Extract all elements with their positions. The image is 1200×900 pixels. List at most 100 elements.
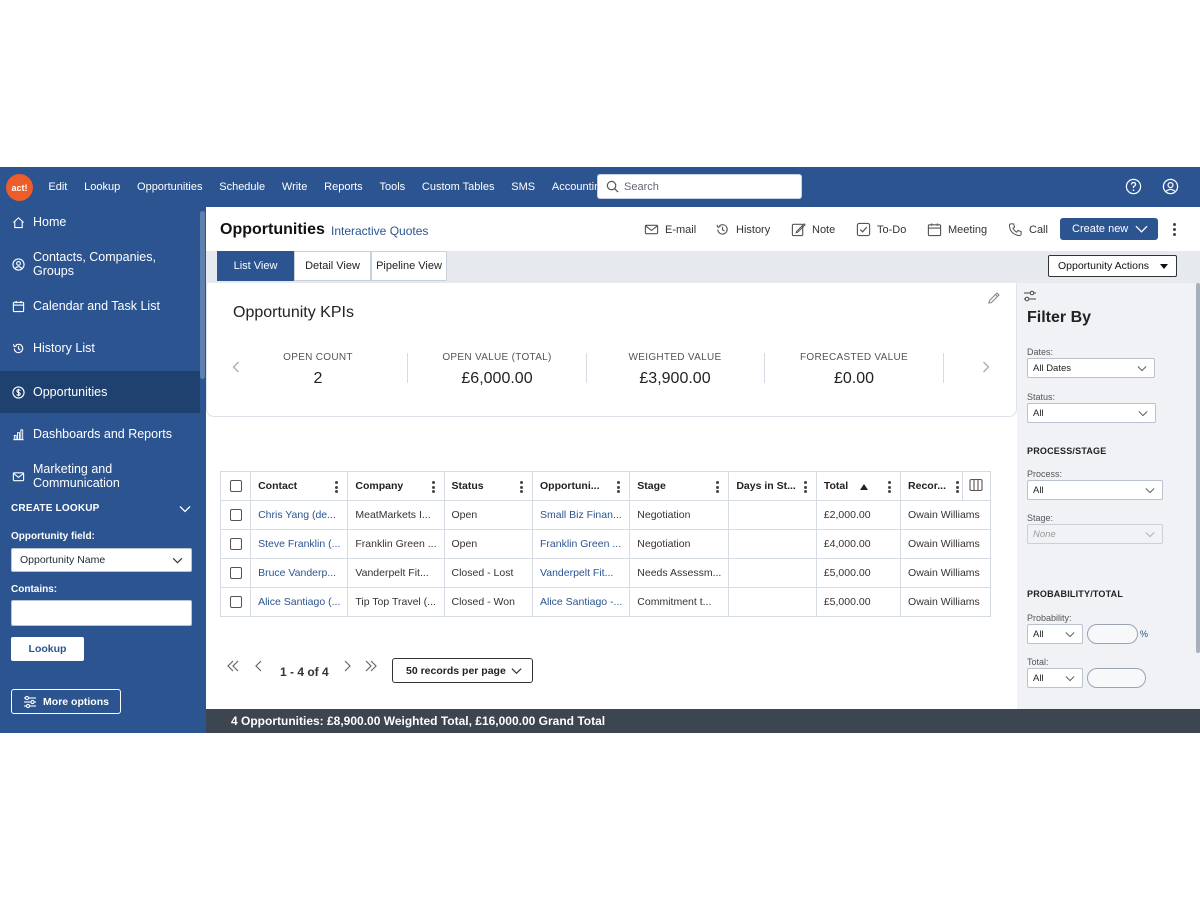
opportunity-field-select[interactable]: Opportunity Name [11,548,192,572]
select-all-checkbox[interactable] [229,480,242,493]
last-page-icon[interactable] [364,659,378,673]
percent-sign: % [1140,629,1149,639]
email-action[interactable]: E-mail [644,222,696,237]
create-lookup-header[interactable]: CREATE LOOKUP [11,503,191,514]
column-header-status[interactable]: Status [443,471,533,501]
pencil-icon[interactable] [987,291,1001,305]
column-menu-kebab-icon[interactable] [955,481,959,495]
menu-opportunities[interactable]: Opportunities [129,181,211,193]
contains-input[interactable] [11,600,192,626]
cell-contact[interactable]: Alice Santiago (... [250,587,349,617]
history-action[interactable]: History [715,222,770,237]
dates-select[interactable]: All Dates [1027,358,1155,378]
row-checkbox[interactable] [229,509,242,522]
cell-contact[interactable]: Bruce Vanderp... [250,558,349,588]
column-header-company[interactable]: Company [347,471,445,501]
todo-action[interactable]: To-Do [856,222,906,237]
process-select[interactable]: All [1027,480,1163,500]
column-menu-kebab-icon[interactable] [431,481,435,495]
probability-value: All [1033,628,1044,640]
column-menu-kebab-icon[interactable] [520,481,523,495]
cell-opportunity[interactable]: Vanderpelt Fit... [531,558,631,588]
column-header-total[interactable]: Total [815,471,902,501]
call-action[interactable]: Call [1008,222,1048,237]
email-action-label: E-mail [665,223,697,236]
sidebar-item-history[interactable]: History List [0,327,200,369]
menu-sms[interactable]: SMS [503,181,544,193]
chevron-right-icon[interactable] [982,361,990,373]
sidebar-item-home[interactable]: Home [0,207,200,243]
opportunity-actions-dropdown[interactable]: Opportunity Actions [1048,255,1177,277]
lookup-button[interactable]: Lookup [11,637,84,661]
column-menu-kebab-icon[interactable] [716,481,720,495]
menu-schedule[interactable]: Schedule [211,181,274,193]
cell-contact[interactable]: Steve Franklin (... [250,529,349,559]
menu-edit[interactable]: Edit [40,181,76,193]
user-profile-icon[interactable] [1162,178,1179,195]
tab-pipeline-view[interactable]: Pipeline View [371,251,447,281]
search-input[interactable] [624,180,794,193]
row-checkbox[interactable] [229,538,242,551]
table-row[interactable]: Steve Franklin (... Franklin Green ... O… [219,529,991,559]
sidebar-item-calendar[interactable]: Calendar and Task List [0,285,200,327]
column-menu-kebab-icon[interactable] [803,481,807,495]
stage-value: None [1033,528,1056,540]
meeting-action[interactable]: Meeting [927,222,987,237]
column-header-days-in-stage[interactable]: Days in St... [728,471,817,501]
sidebar-item-contacts[interactable]: Contacts, Companies, Groups [0,243,200,285]
act-logo[interactable]: act! [6,174,33,201]
next-page-icon[interactable] [340,659,354,673]
menu-write[interactable]: Write [274,181,316,193]
create-new-button[interactable]: Create new [1060,218,1158,240]
total-input[interactable] [1087,668,1146,688]
probability-select[interactable]: All [1027,624,1083,644]
row-checkbox[interactable] [229,567,242,580]
cell-total: £5,000.00 [815,558,902,588]
row-checkbox[interactable] [229,596,242,609]
tab-list-view[interactable]: List View [217,251,294,281]
first-page-icon[interactable] [226,659,240,673]
menu-custom-tables[interactable]: Custom Tables [414,181,503,193]
total-select[interactable]: All [1027,668,1083,688]
cell-opportunity[interactable]: Alice Santiago -... [531,587,631,617]
sidebar-scrollbar[interactable] [200,211,205,379]
status-select[interactable]: All [1027,403,1156,423]
column-header-opportunity[interactable]: Opportuni... [531,471,631,501]
row-select-cell [219,587,252,617]
columns-icon[interactable] [969,478,983,492]
note-action[interactable]: Note [791,222,835,237]
dollar-icon [12,385,25,399]
previous-page-icon[interactable] [252,659,266,673]
sidebar-item-dashboards[interactable]: Dashboards and Reports [0,413,200,455]
records-per-page-select[interactable]: 50 records per page [392,658,533,683]
interactive-quotes-link[interactable]: Interactive Quotes [331,224,428,238]
menu-lookup[interactable]: Lookup [76,181,129,193]
column-menu-kebab-icon[interactable] [888,481,892,495]
kpi-open-count: OPEN COUNT 2 [229,352,407,388]
sidebar-item-opportunities[interactable]: Opportunities [0,371,200,413]
column-header-record-manager[interactable]: Recor... [900,471,963,501]
cell-contact[interactable]: Chris Yang (de... [250,500,349,530]
help-icon[interactable] [1125,178,1142,195]
column-header-contact[interactable]: Contact [250,471,349,501]
sidebar-item-marketing[interactable]: Marketing and Communication [0,455,200,497]
total-value: All [1033,672,1044,684]
more-options-button[interactable]: More options [11,689,121,714]
more-actions-kebab-icon[interactable] [1173,223,1177,237]
table-row[interactable]: Alice Santiago (... Tip Top Travel (... … [219,587,991,617]
menu-tools[interactable]: Tools [371,181,413,193]
filter-scrollbar[interactable] [1196,283,1200,653]
table-row[interactable]: Bruce Vanderp... Vanderpelt Fit... Close… [219,558,991,588]
column-header-stage[interactable]: Stage [629,471,730,501]
cell-opportunity[interactable]: Small Biz Finan... [531,500,631,530]
column-menu-kebab-icon[interactable] [335,481,339,495]
filter-sliders-icon[interactable] [1023,290,1037,302]
probability-input[interactable] [1087,624,1138,644]
menu-reports[interactable]: Reports [316,181,371,193]
column-menu-kebab-icon[interactable] [617,481,621,495]
cell-opportunity[interactable]: Franklin Green ... [531,529,631,559]
table-row[interactable]: Chris Yang (de... MeatMarkets I... Open … [219,500,991,530]
cell-stage: Commitment t... [629,587,730,617]
tab-detail-view[interactable]: Detail View [294,251,371,281]
column-chooser-cell[interactable] [961,471,992,501]
